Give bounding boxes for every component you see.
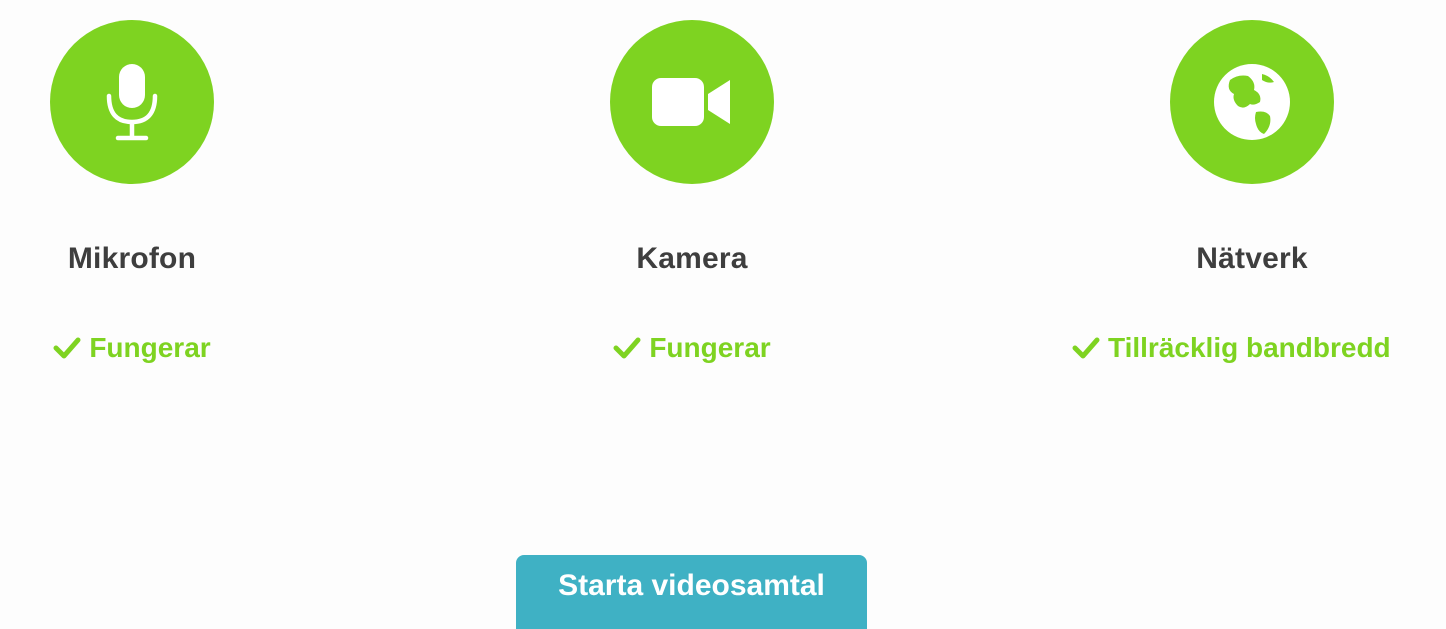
checkmark-icon (53, 337, 81, 359)
check-status-network: Tillräcklig bandbredd (1072, 332, 1391, 364)
check-status-camera: Fungerar (512, 332, 872, 364)
checkmark-icon (1072, 337, 1100, 359)
check-label-network: Nätverk (1196, 242, 1308, 275)
microphone-icon (50, 20, 214, 184)
video-camera-icon (610, 20, 774, 184)
start-video-call-button[interactable]: Starta videosamtal (516, 555, 867, 629)
checkmark-icon (613, 337, 641, 359)
check-status-text-camera: Fungerar (649, 332, 771, 363)
check-status-text-microphone: Fungerar (89, 332, 211, 363)
check-label-microphone: Mikrofon (67, 242, 197, 275)
check-label-camera: Kamera (636, 242, 748, 275)
check-status-text-network: Tillräcklig bandbredd (1108, 332, 1391, 363)
check-status-microphone: Fungerar (0, 332, 312, 364)
globe-icon (1170, 20, 1334, 184)
device-check-panel: Mikrofon Fungerar Kamera Fungerar Nätver… (0, 0, 1446, 629)
